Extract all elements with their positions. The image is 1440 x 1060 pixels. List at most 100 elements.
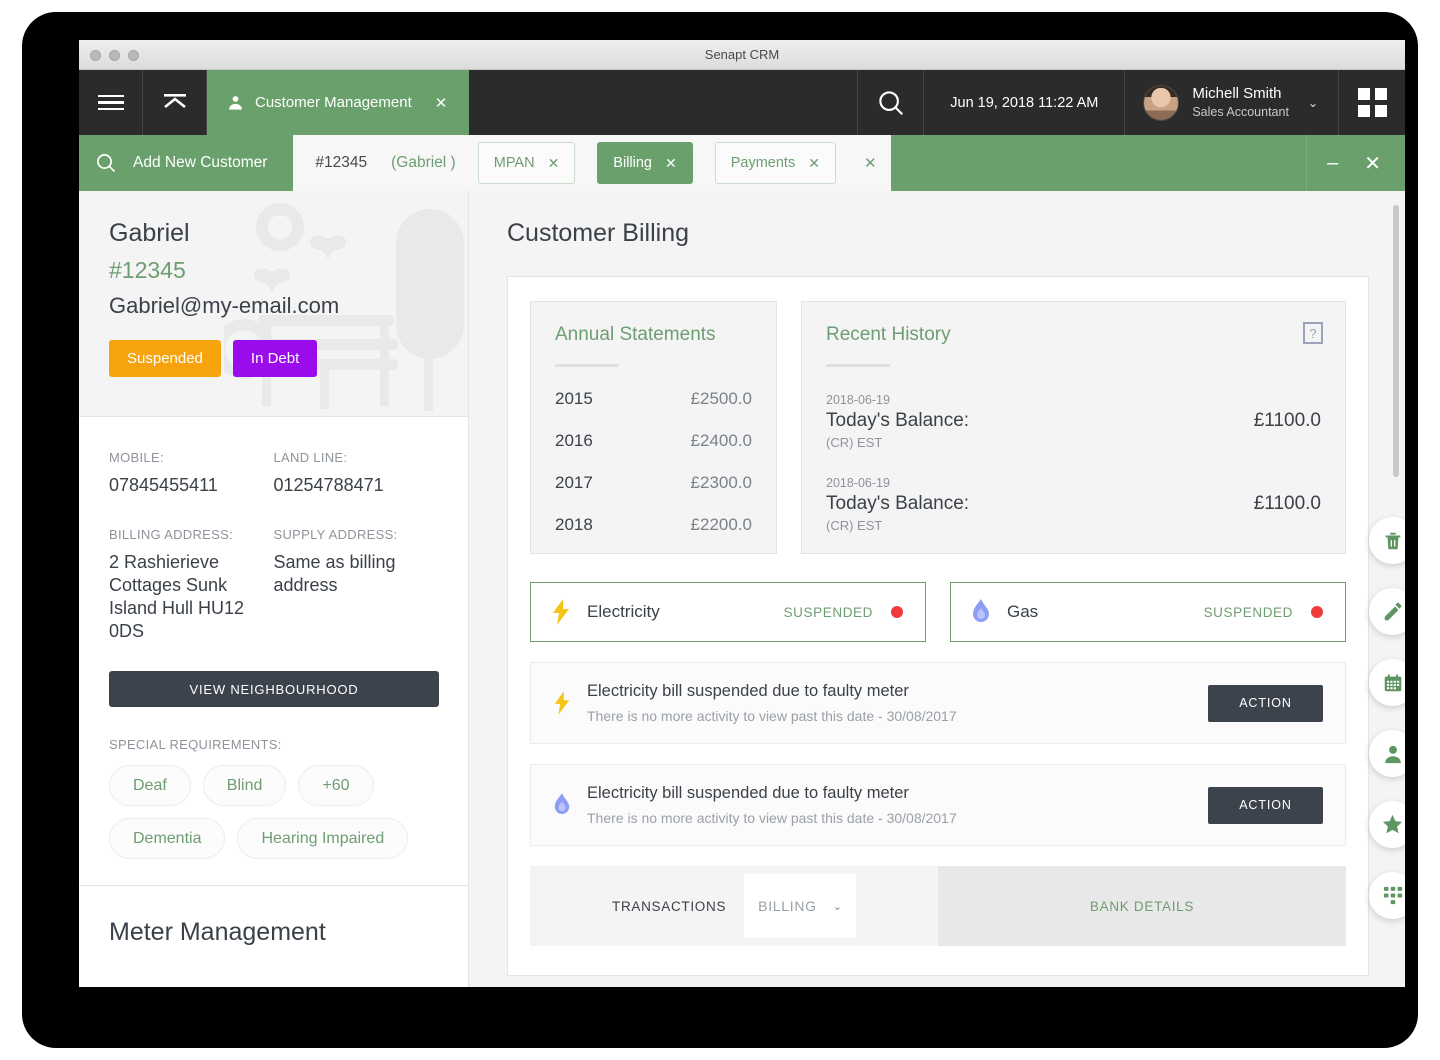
statement-amount: £2300.0 <box>690 473 752 492</box>
edit-fab[interactable] <box>1369 588 1405 635</box>
utility-card-electricity[interactable]: Electricity SUSPENDED <box>530 582 926 642</box>
statement-row[interactable]: 2017 £2300.0 <box>555 473 752 493</box>
field-value: Same as billing address <box>273 552 396 596</box>
close-icon[interactable]: ✕ <box>548 155 560 172</box>
statement-row[interactable]: 2015 £2500.0 <box>555 389 752 409</box>
contact-fab[interactable] <box>1369 730 1405 777</box>
tab-payments[interactable]: Payments ✕ <box>714 142 836 184</box>
history-note: (CR) EST <box>826 518 883 533</box>
close-icon[interactable]: ✕ <box>435 94 448 112</box>
avatar <box>1143 84 1180 121</box>
breadcrumb-customer-name: (Gabriel ) <box>391 154 456 171</box>
requirement-chip[interactable]: Deaf <box>109 765 191 807</box>
utility-status: SUSPENDED <box>783 604 873 620</box>
status-badge-in-debt[interactable]: In Debt <box>232 340 318 377</box>
breadcrumb-customer-id: #12345 <box>315 154 368 171</box>
tab-bank-details[interactable]: BANK DETAILS <box>938 866 1346 946</box>
statement-row[interactable]: 2018 £2200.0 <box>555 515 752 535</box>
billing-card: Annual Statements 2015 £2500.0 2016 £240… <box>507 276 1369 976</box>
status-badge-suspended[interactable]: Suspended <box>109 340 221 377</box>
field-land-line: LAND LINE: 01254788471 <box>274 450 439 497</box>
history-note: (CR) EST <box>826 435 883 450</box>
flame-icon <box>554 793 570 814</box>
tab-label: Payments <box>730 155 796 171</box>
window-titlebar: Senapt CRM <box>79 40 1405 70</box>
view-neighbourhood-button[interactable]: VIEW NEIGHBOURHOOD <box>109 671 439 708</box>
history-date: 2018-06-19 <box>826 393 890 407</box>
action-button[interactable]: ACTION <box>1208 786 1323 824</box>
history-amount: £1100.0 <box>1253 493 1321 514</box>
utility-status: SUSPENDED <box>1203 604 1293 620</box>
history-amount: £1100.0 <box>1253 410 1321 431</box>
close-icon[interactable]: ✕ <box>808 155 820 172</box>
action-button[interactable]: ACTION <box>1208 684 1323 722</box>
topnav-spacer <box>469 70 859 135</box>
customer-name: Gabriel <box>109 219 190 247</box>
statement-amount: £2200.0 <box>690 515 752 534</box>
hamburger-icon <box>97 91 124 115</box>
close-all-tabs-icon[interactable]: ✕ <box>864 154 877 172</box>
user-menu[interactable]: Michell Smith Sales Accountant ⌄ <box>1125 70 1339 135</box>
search-icon <box>879 90 903 115</box>
activity-title: Electricity bill suspended due to faulty… <box>587 784 909 802</box>
tab-customer-management[interactable]: Customer Management ✕ <box>207 70 470 135</box>
window-title: Senapt CRM <box>704 47 780 62</box>
history-entry[interactable]: 2018-06-19 Today's Balance: (CR) EST £11… <box>826 393 1321 450</box>
requirement-chip[interactable]: Dementia <box>109 818 226 860</box>
menu-button[interactable] <box>79 70 143 135</box>
lightning-bolt-icon <box>553 599 569 625</box>
add-new-customer-button[interactable]: Add New Customer <box>133 135 293 191</box>
utility-card-gas[interactable]: Gas SUSPENDED <box>950 582 1346 642</box>
user-role: Sales Accountant <box>1192 104 1289 119</box>
favourite-fab[interactable] <box>1369 801 1405 848</box>
sub-navigation-bar: Add New Customer #12345 (Gabriel ) MPAN … <box>79 135 1405 191</box>
tab-mpan[interactable]: MPAN ✕ <box>477 142 576 184</box>
collapse-panel-button[interactable] <box>143 70 207 135</box>
history-date: 2018-06-19 <box>826 476 890 490</box>
customer-summary: Gabriel #12345 Gabriel@my-email.com Susp… <box>79 191 468 417</box>
tab-billing[interactable]: Billing ✕ <box>597 142 693 184</box>
close-icon[interactable]: ✕ <box>665 155 677 172</box>
annual-statements-panel: Annual Statements 2015 £2500.0 2016 £240… <box>530 301 777 554</box>
flame-icon <box>973 599 989 622</box>
tab-label: TRANSACTIONS <box>612 898 727 914</box>
field-value: 07845455411 <box>109 475 218 495</box>
statement-year: 2015 <box>555 389 593 408</box>
address-row: BILLING ADDRESS: 2 Rashierieve Cottages … <box>109 527 438 643</box>
delete-fab[interactable] <box>1369 517 1405 564</box>
field-value: 01254788471 <box>273 475 384 495</box>
vertical-scrollbar[interactable] <box>1393 205 1399 477</box>
statement-year: 2018 <box>555 515 593 534</box>
billing-select[interactable]: BILLING ⌄ <box>744 874 856 938</box>
meter-management-title: Meter Management <box>109 918 326 947</box>
customer-id: #12345 <box>109 257 186 283</box>
tab-transactions[interactable]: TRANSACTIONS BILLING ⌄ <box>530 866 938 946</box>
statement-year: 2017 <box>555 473 593 492</box>
chevron-down-icon: ⌄ <box>832 900 842 913</box>
tab-label: BANK DETAILS <box>1089 898 1195 914</box>
field-label: LAND LINE: <box>273 450 348 465</box>
customer-search-button[interactable] <box>79 135 133 191</box>
divider <box>555 364 619 367</box>
requirement-chip[interactable]: +60 <box>298 765 374 807</box>
requirement-chip[interactable]: Blind <box>202 765 287 807</box>
chevron-down-icon[interactable]: ⌄ <box>1308 96 1318 110</box>
close-icon[interactable]: ✕ <box>1364 151 1381 176</box>
apps-button[interactable] <box>1339 70 1405 135</box>
minimize-icon[interactable]: – <box>1327 152 1338 175</box>
help-icon[interactable]: ? <box>1303 322 1323 344</box>
utility-name: Gas <box>1007 602 1039 621</box>
calendar-fab[interactable] <box>1369 659 1405 706</box>
keypad-fab[interactable] <box>1369 872 1405 919</box>
history-entry[interactable]: 2018-06-19 Today's Balance: (CR) EST £11… <box>826 476 1321 533</box>
global-search-button[interactable] <box>858 70 925 135</box>
requirement-chip[interactable]: Hearing Impaired <box>237 818 409 860</box>
activity-row: Electricity bill suspended due to faulty… <box>530 662 1346 744</box>
grid-apps-icon <box>1357 88 1387 117</box>
select-value: BILLING <box>758 898 817 914</box>
field-label: MOBILE: <box>109 450 164 465</box>
activity-subtitle: There is no more activity to view past t… <box>587 708 957 724</box>
activity-row: Electricity bill suspended due to faulty… <box>530 764 1346 846</box>
statement-row[interactable]: 2016 £2400.0 <box>555 431 752 451</box>
device-frame: Senapt CRM Customer Management ✕ Jun 19,… <box>22 12 1418 1048</box>
